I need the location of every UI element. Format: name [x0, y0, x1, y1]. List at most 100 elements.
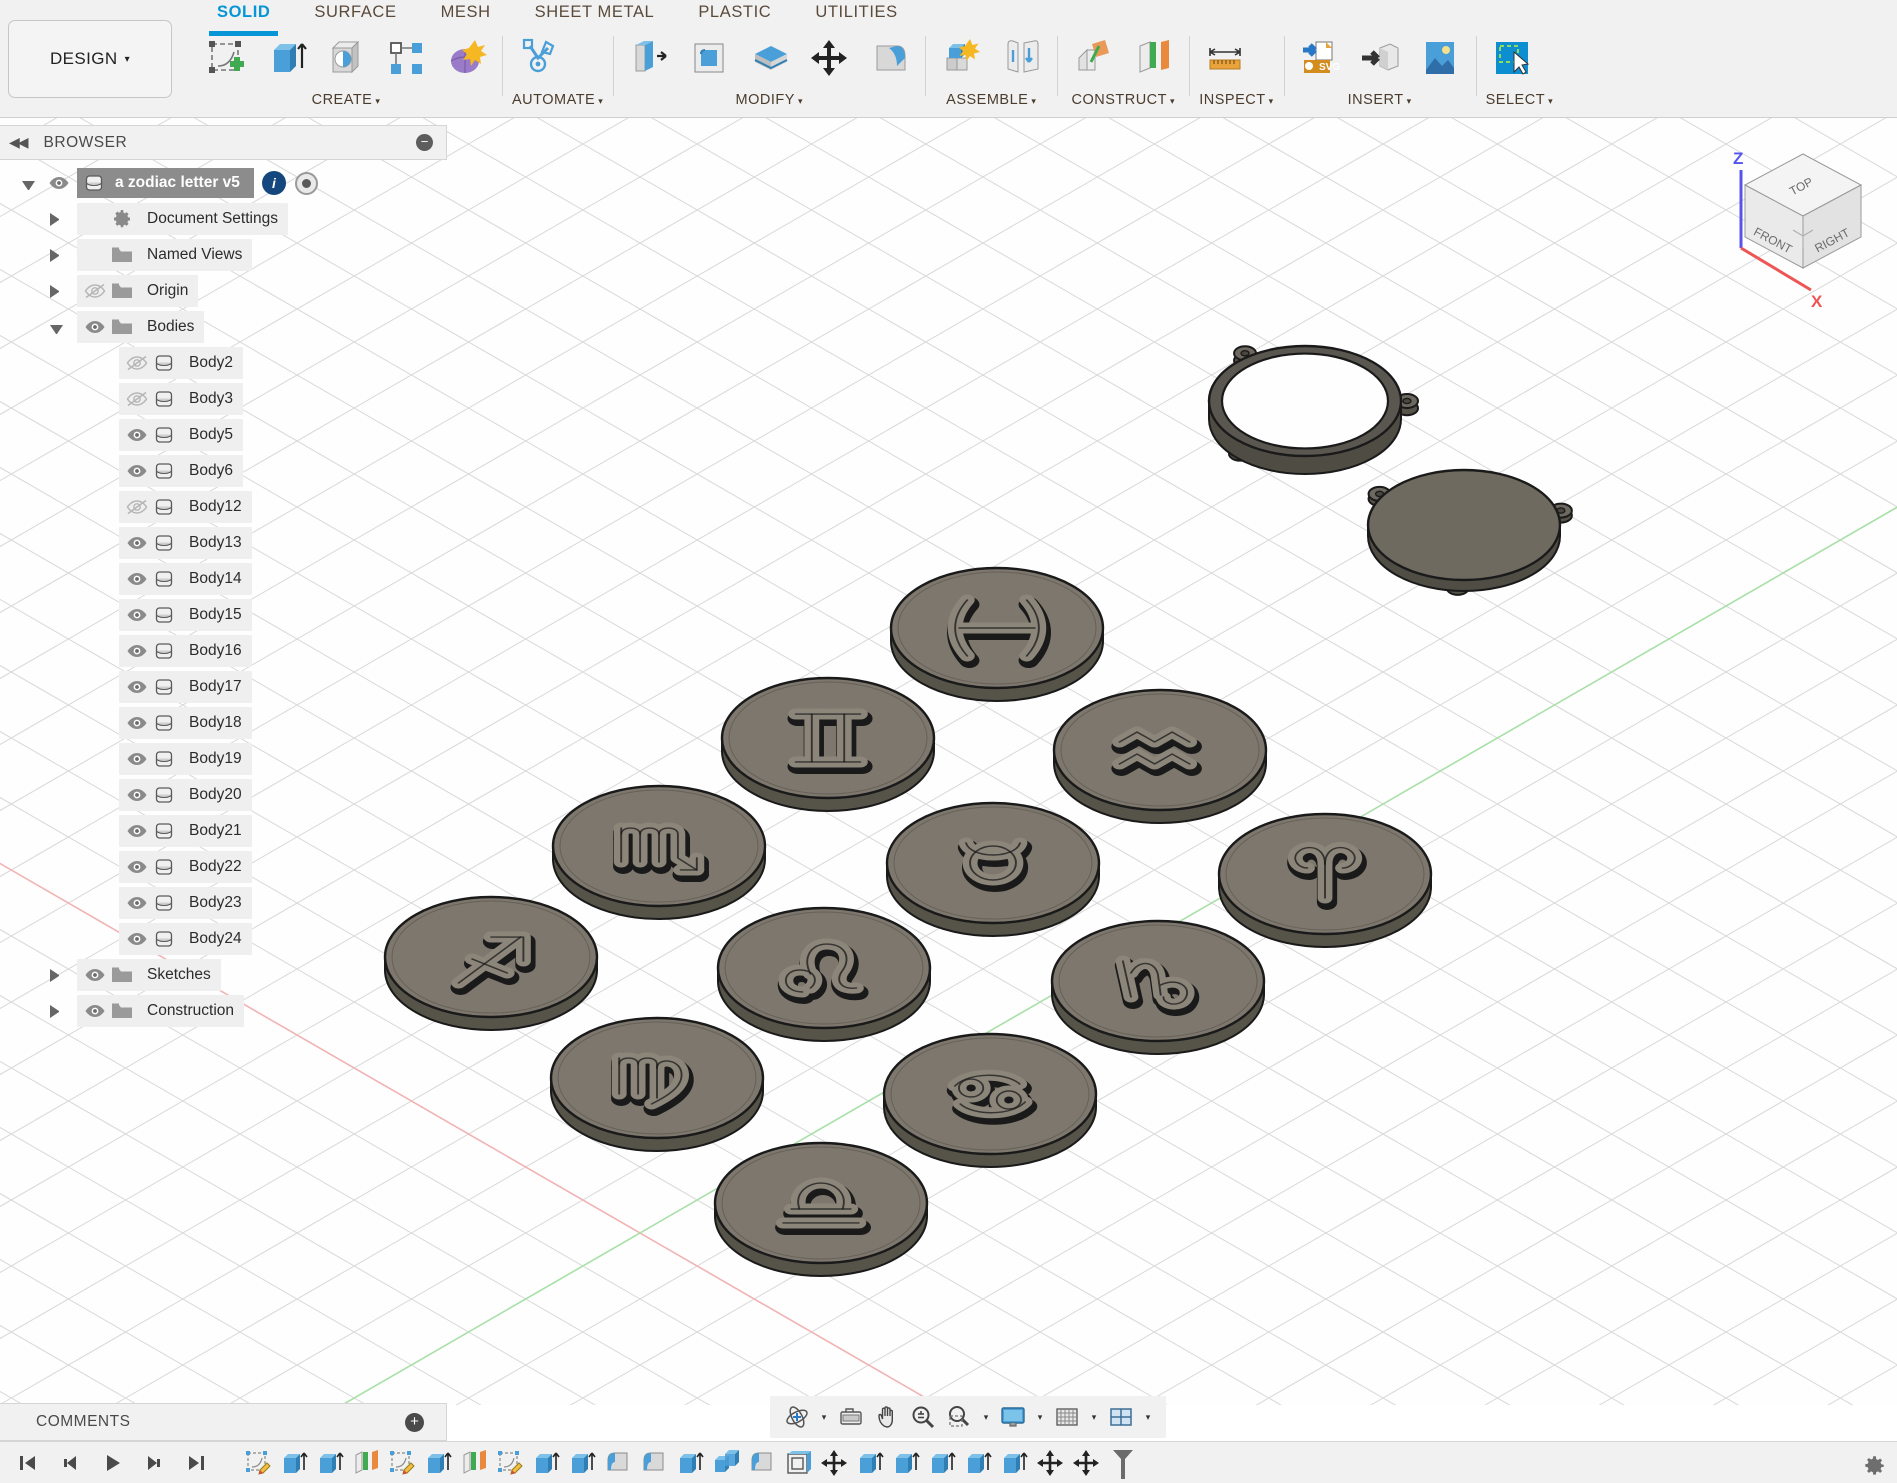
- tree-row-body6[interactable]: Body6: [0, 453, 447, 489]
- joint-icon[interactable]: [999, 36, 1043, 80]
- extrude-icon[interactable]: [315, 1448, 345, 1478]
- go-to-end-icon[interactable]: [183, 1450, 209, 1476]
- timeline-feature-20[interactable]: [960, 1445, 996, 1481]
- workspace-switcher-button[interactable]: DESIGN ▾: [8, 20, 172, 98]
- tool-group-label-automate[interactable]: AUTOMATE ▾: [512, 90, 603, 108]
- tree-row-body13[interactable]: Body13: [0, 525, 447, 561]
- viewports-button[interactable]: [1104, 1400, 1138, 1434]
- tree-node[interactable]: Body15: [119, 599, 252, 631]
- visibility-on-icon[interactable]: [126, 535, 148, 551]
- form-button[interactable]: [440, 31, 492, 85]
- tree-node[interactable]: Construction: [77, 995, 245, 1027]
- libra-coin[interactable]: [713, 1141, 929, 1277]
- sketch-icon[interactable]: [243, 1448, 273, 1478]
- timeline-feature-23[interactable]: [1068, 1445, 1104, 1481]
- tree-node[interactable]: Body3: [119, 383, 243, 415]
- tree-row-body23[interactable]: Body23: [0, 885, 447, 921]
- tool-group-label-modify[interactable]: MODIFY ▾: [623, 90, 915, 108]
- tool-group-label-inspect[interactable]: INSPECT ▾: [1199, 90, 1273, 108]
- visibility-toggle[interactable]: [123, 747, 151, 771]
- new-component-button[interactable]: [935, 31, 987, 85]
- tree-row-body19[interactable]: Body19: [0, 741, 447, 777]
- minimize-browser-icon[interactable]: −: [416, 134, 433, 151]
- visibility-off-icon[interactable]: [126, 355, 148, 371]
- select-window-button[interactable]: [1486, 31, 1538, 85]
- play-back-icon[interactable]: [99, 1450, 125, 1476]
- tree-row-body12[interactable]: Body12: [0, 489, 447, 525]
- new-component-icon[interactable]: [939, 36, 983, 80]
- zoom-window-icon[interactable]: [945, 1403, 973, 1431]
- tree-row-body21[interactable]: Body21: [0, 813, 447, 849]
- collapse-panel-icon[interactable]: ◀◀: [9, 134, 28, 151]
- container-ring[interactable]: [1207, 344, 1419, 475]
- timeline-feature-21[interactable]: [996, 1445, 1032, 1481]
- insert-svg-icon[interactable]: SVG: [1298, 36, 1342, 80]
- timeline-feature-7[interactable]: [492, 1445, 528, 1481]
- pattern-button[interactable]: [380, 31, 432, 85]
- automated-modeling-button[interactable]: [512, 31, 564, 85]
- tree-node[interactable]: Body6: [119, 455, 243, 487]
- visibility-on-icon[interactable]: [126, 715, 148, 731]
- expand-triangle-icon[interactable]: [50, 212, 63, 226]
- tool-group-label-insert[interactable]: INSERT ▾: [1294, 90, 1466, 108]
- insert-svg-button[interactable]: SVG: [1294, 31, 1346, 85]
- visibility-toggle[interactable]: [123, 855, 151, 879]
- plane-icon[interactable]: [459, 1448, 489, 1478]
- step-back-button[interactable]: [52, 1445, 88, 1481]
- sketch-icon[interactable]: [387, 1448, 417, 1478]
- timeline-feature-5[interactable]: [420, 1445, 456, 1481]
- timeline-feature-13[interactable]: [708, 1445, 744, 1481]
- pan-button[interactable]: [870, 1400, 904, 1434]
- tree-node[interactable]: Body16: [119, 635, 252, 667]
- ribbon-tab-sheet-metal[interactable]: SHEET METAL: [513, 0, 677, 28]
- fillet-icon[interactable]: [603, 1448, 633, 1478]
- create-sketch-button[interactable]: [200, 31, 252, 85]
- virgo-coin[interactable]: [549, 1016, 765, 1152]
- chevron-down-icon[interactable]: ▾: [1032, 1400, 1048, 1434]
- visibility-on-icon[interactable]: [126, 607, 148, 623]
- timeline-feature-3[interactable]: [348, 1445, 384, 1481]
- tree-node[interactable]: Sketches: [77, 959, 221, 991]
- play-back-button[interactable]: [94, 1445, 130, 1481]
- visibility-on-icon[interactable]: [126, 751, 148, 767]
- visibility-on-icon[interactable]: [126, 859, 148, 875]
- tree-node[interactable]: Body2: [119, 347, 243, 379]
- tree-row-document-settings[interactable]: Document Settings: [0, 201, 447, 237]
- visibility-off-icon[interactable]: [126, 391, 148, 407]
- plane-through-icon[interactable]: [1131, 36, 1175, 80]
- expand-triangle-icon[interactable]: [50, 284, 63, 298]
- move-icon[interactable]: [1035, 1448, 1065, 1478]
- tool-group-label-create[interactable]: CREATE ▾: [200, 90, 492, 108]
- visibility-on-icon[interactable]: [126, 679, 148, 695]
- scorpio-coin[interactable]: [551, 784, 767, 920]
- visibility-toggle[interactable]: [81, 315, 109, 339]
- visibility-toggle[interactable]: [123, 495, 151, 519]
- visibility-toggle[interactable]: [123, 711, 151, 735]
- extrude-icon[interactable]: [891, 1448, 921, 1478]
- revolve-icon[interactable]: [324, 36, 368, 80]
- look-at-button[interactable]: [834, 1400, 868, 1434]
- go-to-beginning-icon[interactable]: [15, 1450, 41, 1476]
- timeline-feature-15[interactable]: [780, 1445, 816, 1481]
- extrude-icon[interactable]: [279, 1448, 309, 1478]
- extrude-icon[interactable]: [675, 1448, 705, 1478]
- timeline-feature-2[interactable]: [312, 1445, 348, 1481]
- draft-button[interactable]: [863, 31, 915, 85]
- tree-row-body16[interactable]: Body16: [0, 633, 447, 669]
- visibility-toggle[interactable]: [81, 963, 109, 987]
- visibility-on-icon[interactable]: [84, 967, 106, 983]
- timeline-feature-19[interactable]: [924, 1445, 960, 1481]
- look-at-icon[interactable]: [837, 1403, 865, 1431]
- chevron-down-icon[interactable]: ▾: [816, 1400, 832, 1434]
- automated-modeling-icon[interactable]: [516, 36, 560, 80]
- offset-plane-button[interactable]: [1067, 31, 1119, 85]
- capricorn-coin[interactable]: [1050, 919, 1266, 1055]
- visibility-toggle[interactable]: [123, 819, 151, 843]
- extrude-icon[interactable]: [531, 1448, 561, 1478]
- step-forward-icon[interactable]: [141, 1450, 167, 1476]
- visibility-toggle[interactable]: [123, 423, 151, 447]
- tree-row-body15[interactable]: Body15: [0, 597, 447, 633]
- viewports-icon[interactable]: [1107, 1403, 1135, 1431]
- offset-plane-icon[interactable]: [1071, 36, 1115, 80]
- grid-snaps-button[interactable]: [1050, 1400, 1084, 1434]
